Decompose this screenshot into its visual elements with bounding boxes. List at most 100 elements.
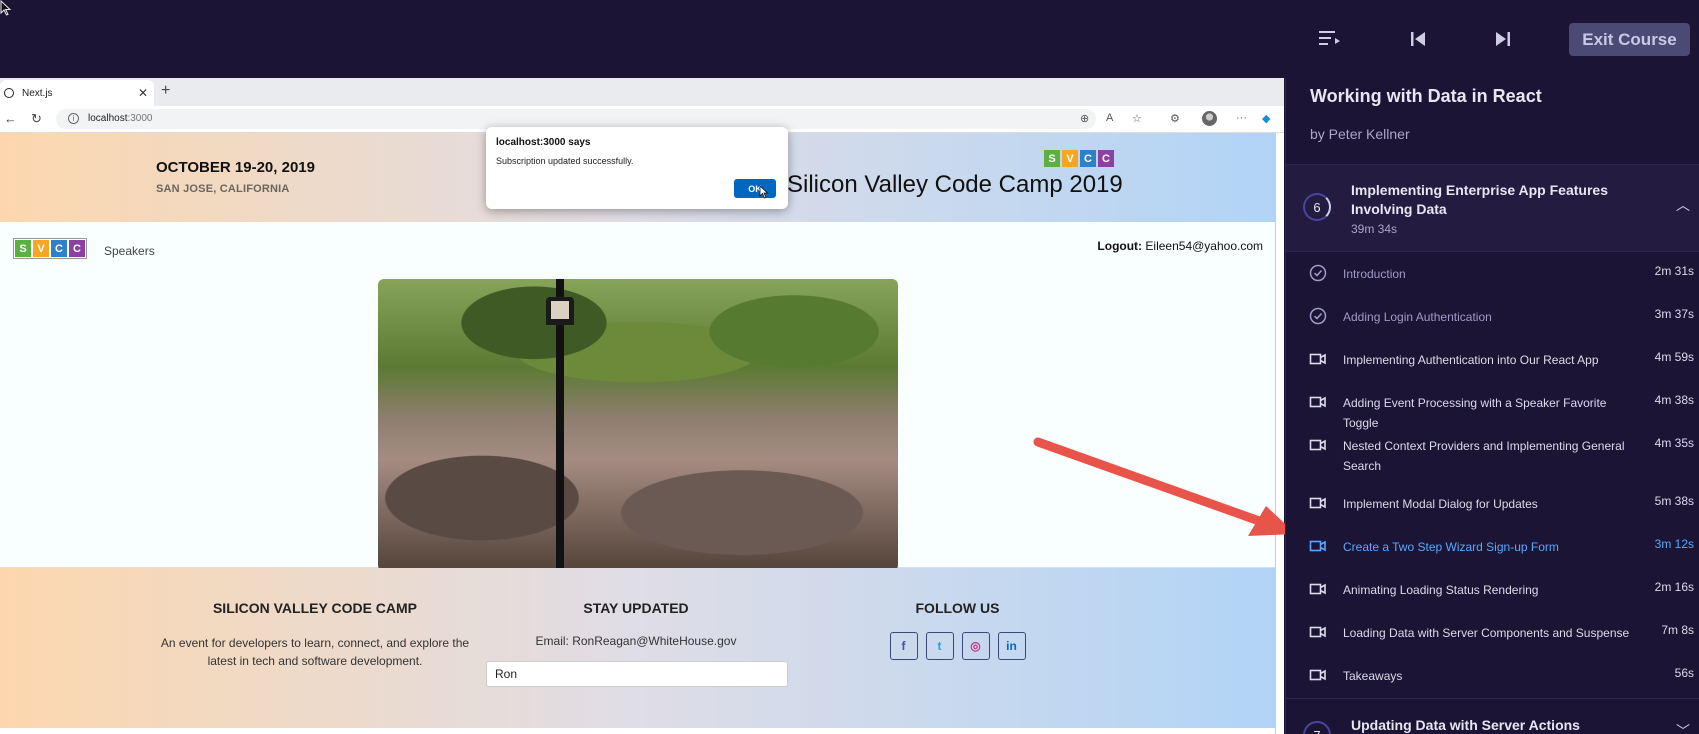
footer-about: SILICON VALLEY CODE CAMP An event for de… [150, 600, 480, 670]
clip-duration: 4m 59s [1654, 350, 1694, 364]
clip-title: Implementing Authentication into Our Rea… [1343, 353, 1599, 367]
twitter-icon[interactable]: t [925, 632, 954, 660]
new-tab-icon[interactable]: + [161, 82, 170, 100]
skip-next-icon[interactable] [1490, 26, 1516, 52]
logo-letter: C [69, 240, 85, 257]
event-crowd-photo [378, 279, 898, 571]
clip-title: Adding Login Authentication [1343, 310, 1492, 324]
alert-dialog: localhost:3000 says Subscription updated… [486, 127, 788, 209]
clip-duration: 4m 35s [1654, 436, 1694, 450]
clip-title: Takeaways [1343, 669, 1403, 683]
tab-title: Next.js [22, 87, 53, 99]
module-header-7[interactable]: 7 Updating Data with Server Actions ﹀ [1286, 698, 1699, 734]
logo-letter: C [1098, 150, 1114, 167]
url-host: localhost [88, 113, 128, 124]
course-title: Working with Data in React [1310, 86, 1542, 106]
course-sidebar: Working with Data in React by Peter Kell… [1285, 78, 1699, 734]
pointer-cursor-icon [759, 185, 769, 199]
clip-title: Introduction [1343, 267, 1406, 281]
event-location: SAN JOSE, CALIFORNIA [156, 183, 290, 195]
footer-stay-updated: STAY UPDATED Email: RonReagan@WhiteHouse… [486, 600, 786, 648]
footer-about-desc: An event for developers to learn, connec… [160, 636, 470, 668]
back-arrow-icon[interactable]: ← [4, 111, 17, 126]
more-menu-icon[interactable]: ··· [1236, 112, 1247, 124]
mouse-cursor-icon [0, 0, 12, 16]
course-author: by Peter Kellner [1310, 126, 1410, 142]
video-icon [1309, 350, 1327, 368]
module-title: Updating Data with Server Actions [1351, 717, 1580, 733]
clip-list: Introduction 2m 31s Adding Login Authentic… [1286, 253, 1699, 698]
chevron-down-icon[interactable]: ﹀ [1676, 721, 1690, 734]
clip-item[interactable]: Adding Login Authentication 3m 37s [1286, 296, 1699, 339]
clip-item[interactable]: Nested Context Providers and Implementin… [1286, 425, 1699, 483]
clip-duration: 4m 38s [1654, 393, 1694, 407]
chevron-up-icon[interactable]: ︿ [1676, 195, 1690, 215]
exit-course-button[interactable]: Exit Course [1569, 23, 1690, 56]
event-date: OCTOBER 19-20, 2019 [156, 159, 315, 176]
linkedin-icon[interactable]: in [997, 632, 1026, 660]
footer-about-title: SILICON VALLEY CODE CAMP [212, 600, 418, 616]
nextjs-favicon-icon [4, 88, 14, 98]
logo-letter: V [1062, 150, 1078, 167]
footer-stay-updated-title: STAY UPDATED [583, 600, 689, 616]
site-info-icon[interactable]: i [68, 113, 79, 124]
app-root: Exit Course Next.js ✕ + ← ↻ i localhost:… [0, 0, 1699, 734]
extensions-icon[interactable]: ⚙ [1170, 112, 1180, 125]
zoom-icon[interactable]: ⊕ [1080, 112, 1089, 125]
subscribe-name-input[interactable]: Ron [486, 661, 788, 687]
url-field[interactable]: i localhost:3000 [56, 109, 1096, 129]
clip-item[interactable]: Adding Event Processing with a Speaker F… [1286, 382, 1699, 430]
browser-tab-strip: Next.js ✕ + [0, 78, 1284, 106]
clip-title: Animating Loading Status Rendering [1343, 583, 1539, 597]
site-footer: SILICON VALLEY CODE CAMP An event for de… [0, 568, 1275, 728]
video-icon [1309, 494, 1327, 512]
svcc-logo: S V C C [1044, 150, 1114, 167]
clip-duration: 56s [1674, 666, 1694, 680]
close-tab-icon[interactable]: ✕ [138, 86, 148, 100]
alert-ok-button[interactable]: OK [734, 179, 776, 198]
clip-duration: 2m 31s [1654, 264, 1694, 278]
clip-title: Create a Two Step Wizard Sign-up Form [1343, 540, 1559, 554]
logo-letter: V [33, 240, 49, 257]
clip-item[interactable]: Implement Modal Dialog for Updates 5m 38s [1286, 483, 1699, 526]
clip-item[interactable]: Animating Loading Status Rendering 2m 16s [1286, 569, 1699, 612]
skip-previous-icon[interactable] [1405, 26, 1431, 52]
favorite-star-icon[interactable]: ☆ [1132, 112, 1142, 125]
instagram-icon[interactable]: ◎ [961, 632, 990, 660]
playlist-icon[interactable] [1316, 26, 1342, 52]
module-progress-ring: 7 [1303, 721, 1331, 734]
logout-link[interactable]: Logout: Eileen54@yahoo.com [1097, 239, 1263, 253]
nav-logo[interactable]: S V C C [13, 238, 87, 259]
clip-duration: 3m 37s [1654, 307, 1694, 321]
clip-title: Implement Modal Dialog for Updates [1343, 497, 1538, 511]
social-links: f t ◎ in [870, 632, 1045, 660]
photo-lampglass [551, 301, 569, 319]
clip-item[interactable]: Introduction 2m 31s [1286, 253, 1699, 296]
video-icon [1309, 393, 1327, 411]
profile-avatar[interactable] [1202, 111, 1217, 126]
site-nav: S V C C Speakers Logout: Eileen54@yahoo.… [0, 222, 1275, 267]
player-top-bar: Exit Course [0, 0, 1699, 78]
alert-message: Subscription updated successfully. [496, 156, 634, 166]
clip-item[interactable]: Loading Data with Server Components and … [1286, 612, 1699, 655]
module-header-6[interactable]: 6 Implementing Enterprise App Features I… [1286, 164, 1699, 252]
reload-icon[interactable]: ↻ [31, 111, 42, 127]
alert-title: localhost:3000 says [496, 137, 591, 148]
clip-item[interactable]: Implementing Authentication into Our Rea… [1286, 339, 1699, 382]
copilot-icon[interactable]: ◆ [1262, 112, 1270, 125]
clip-duration: 2m 16s [1654, 580, 1694, 594]
nav-speakers-link[interactable]: Speakers [104, 244, 155, 258]
clip-item[interactable]: Takeaways 56s [1286, 655, 1699, 698]
footer-follow-title: FOLLOW US [915, 600, 1000, 616]
read-aloud-icon[interactable]: A [1106, 112, 1113, 124]
clip-item[interactable]: Create a Two Step Wizard Sign-up Form 3m … [1286, 526, 1699, 569]
check-circle-icon [1309, 307, 1327, 325]
clip-duration: 5m 38s [1654, 494, 1694, 508]
facebook-icon[interactable]: f [889, 632, 918, 660]
footer-email: Email: RonReagan@WhiteHouse.gov [535, 634, 737, 648]
logo-letter: C [1080, 150, 1096, 167]
check-circle-icon [1309, 264, 1327, 282]
video-icon [1309, 436, 1327, 454]
clip-title: Nested Context Providers and Implementin… [1343, 439, 1625, 473]
browser-tab[interactable]: Next.js ✕ [0, 80, 154, 106]
